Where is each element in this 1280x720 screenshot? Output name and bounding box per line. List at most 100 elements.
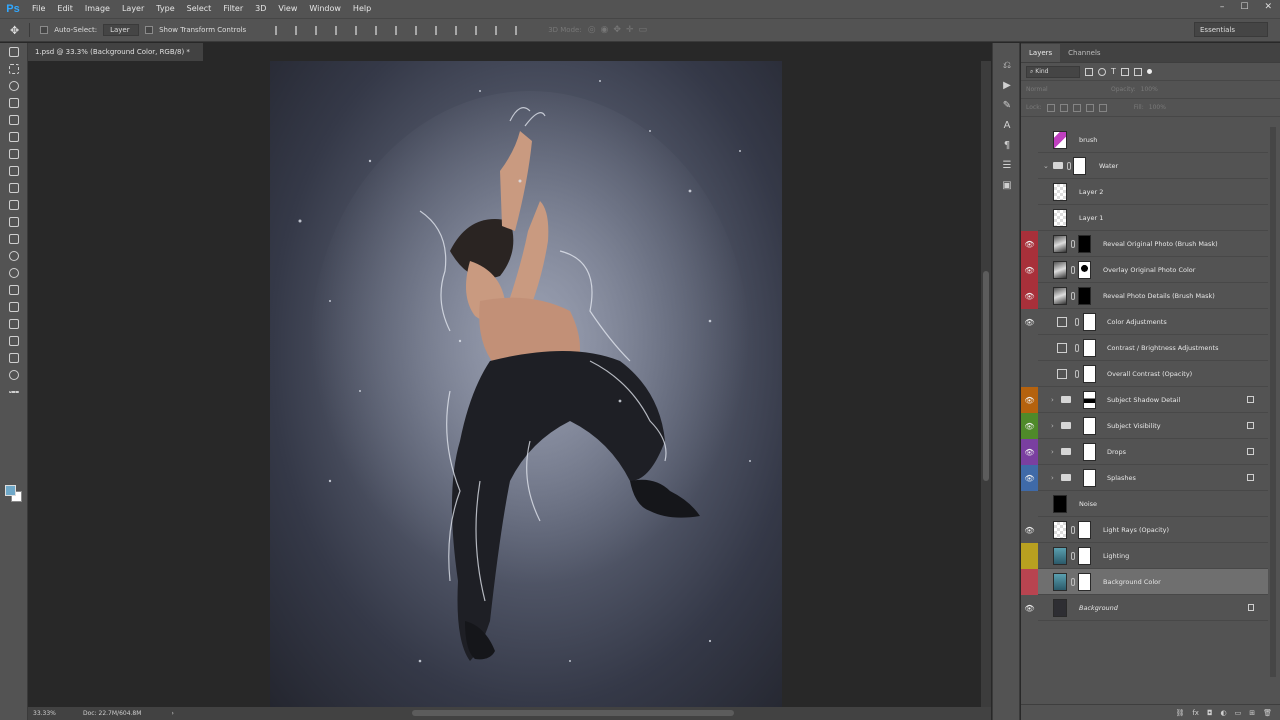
crop-tool-icon[interactable]	[0, 111, 28, 128]
tab-channels[interactable]: Channels	[1060, 44, 1108, 62]
layer-thumbnail[interactable]	[1053, 131, 1067, 149]
layer-row[interactable]: Background Color	[1021, 569, 1268, 595]
minimize-button[interactable]: –	[1220, 0, 1225, 14]
layer-row[interactable]: 👁 › Subject Shadow Detail	[1021, 387, 1268, 413]
mask-link-icon[interactable]	[1071, 240, 1075, 248]
menu-select[interactable]: Select	[181, 0, 218, 18]
close-button[interactable]: ✕	[1264, 0, 1272, 14]
layer-visibility-eye-icon[interactable]: 👁	[1021, 257, 1038, 283]
layer-thumbnail[interactable]	[1053, 209, 1067, 227]
opacity-value[interactable]: 100%	[1141, 86, 1158, 93]
expand-group-chevron-icon[interactable]: ›	[1051, 387, 1054, 413]
color-swatches[interactable]	[5, 485, 23, 503]
layer-visibility-eye-icon[interactable]: 👁	[1021, 413, 1038, 439]
zoom-level[interactable]: 33.33%	[28, 710, 83, 717]
layer-mask-thumbnail[interactable]	[1078, 573, 1091, 591]
distribute-bottom-icon[interactable]	[435, 25, 443, 35]
new-group-icon[interactable]: ▭	[1235, 709, 1242, 717]
move-tool-icon[interactable]	[0, 43, 28, 60]
expand-group-chevron-icon[interactable]: ›	[1051, 465, 1054, 491]
filter-toggle-icon[interactable]	[1146, 69, 1152, 74]
character-panel-icon[interactable]: A	[993, 115, 1021, 135]
layer-mask-thumbnail[interactable]	[1083, 469, 1096, 487]
layer-mask-thumbnail[interactable]	[1083, 391, 1096, 409]
adjustment-filter-icon[interactable]	[1098, 67, 1106, 76]
layer-row[interactable]: 👁 Color Adjustments	[1021, 309, 1268, 335]
layer-visibility-eye-icon[interactable]	[1021, 153, 1038, 179]
horizontal-scroll-thumb[interactable]	[412, 710, 734, 716]
dodge-tool-icon[interactable]	[0, 264, 28, 281]
layer-visibility-eye-icon[interactable]	[1021, 127, 1038, 153]
mask-link-icon[interactable]	[1071, 266, 1075, 274]
type-filter-icon[interactable]: T	[1111, 67, 1116, 76]
layer-visibility-eye-icon[interactable]: 👁	[1021, 231, 1038, 257]
maximize-button[interactable]: ☐	[1240, 0, 1248, 14]
layer-mask-thumbnail[interactable]	[1083, 417, 1096, 435]
artwork-canvas[interactable]	[270, 61, 782, 707]
layer-visibility-eye-icon[interactable]	[1021, 205, 1038, 231]
layer-row[interactable]: 👁 Light Rays (Opacity)	[1021, 517, 1268, 543]
layer-visibility-eye-icon[interactable]	[1021, 491, 1038, 517]
layer-row[interactable]: 👁 Reveal Original Photo (Brush Mask)	[1021, 231, 1268, 257]
distribute-hcenter-icon[interactable]	[475, 25, 483, 35]
align-hcenter-icon[interactable]	[355, 25, 363, 35]
align-right-icon[interactable]	[375, 25, 383, 35]
link-layers-icon[interactable]: ⛓	[1175, 709, 1184, 717]
mask-link-icon[interactable]	[1075, 318, 1079, 326]
layer-row[interactable]: 👁 Reveal Photo Details (Brush Mask)	[1021, 283, 1268, 309]
lock-image-icon[interactable]	[1059, 103, 1068, 112]
layer-row[interactable]: Lighting	[1021, 543, 1268, 569]
menu-filter[interactable]: Filter	[217, 0, 249, 18]
menu-help[interactable]: Help	[347, 0, 377, 18]
properties-panel-icon[interactable]: ☰	[993, 155, 1021, 175]
eraser-tool-icon[interactable]	[0, 213, 28, 230]
lasso-tool-icon[interactable]	[0, 77, 28, 94]
eyedropper-tool-icon[interactable]	[0, 128, 28, 145]
layer-thumbnail[interactable]	[1053, 495, 1067, 513]
layer-row[interactable]: Contrast / Brightness Adjustments	[1021, 335, 1268, 361]
mask-link-icon[interactable]	[1071, 292, 1075, 300]
layer-thumbnail[interactable]	[1053, 183, 1067, 201]
new-adjustment-icon[interactable]: ◐	[1221, 709, 1227, 717]
menu-edit[interactable]: Edit	[51, 0, 79, 18]
auto-select-checkbox[interactable]	[40, 26, 49, 34]
mask-link-icon[interactable]	[1075, 370, 1079, 378]
layer-row[interactable]: 👁 Overlay Original Photo Color	[1021, 257, 1268, 283]
lock-position-icon[interactable]	[1072, 103, 1081, 112]
menu-window[interactable]: Window	[303, 0, 347, 18]
menu-view[interactable]: View	[272, 0, 303, 18]
document-canvas-area[interactable]	[28, 61, 979, 707]
align-vcenter-icon[interactable]	[295, 25, 303, 35]
layer-visibility-eye-icon[interactable]: 👁	[1021, 387, 1038, 413]
layer-thumbnail[interactable]	[1053, 573, 1067, 591]
auto-align-icon[interactable]	[515, 25, 523, 35]
layer-mask-thumbnail[interactable]	[1083, 443, 1096, 461]
layer-style-icon[interactable]: fx	[1192, 709, 1199, 717]
status-menu-arrow-icon[interactable]: ›	[171, 710, 173, 717]
layer-row[interactable]: 👁 › Subject Visibility	[1021, 413, 1268, 439]
expand-group-chevron-icon[interactable]: ›	[1051, 439, 1054, 465]
align-top-icon[interactable]	[275, 25, 283, 35]
layer-visibility-eye-icon[interactable]	[1021, 569, 1038, 595]
lock-transparent-icon[interactable]	[1046, 103, 1055, 112]
layer-mask-thumbnail[interactable]	[1083, 313, 1096, 331]
magic-wand-tool-icon[interactable]	[0, 94, 28, 111]
blend-mode-dropdown[interactable]: Normal	[1026, 86, 1106, 93]
layers-scrollbar[interactable]	[1270, 127, 1276, 677]
lock-all-icon[interactable]	[1098, 103, 1107, 112]
layer-thumbnail[interactable]	[1053, 547, 1067, 565]
gradient-tool-icon[interactable]	[0, 230, 28, 247]
layer-visibility-eye-icon[interactable]	[1021, 543, 1038, 569]
layer-thumbnail[interactable]	[1053, 235, 1067, 253]
menu-layer[interactable]: Layer	[116, 0, 150, 18]
layer-visibility-eye-icon[interactable]: 👁	[1021, 439, 1038, 465]
mask-link-icon[interactable]	[1067, 162, 1071, 170]
fill-value[interactable]: 100%	[1149, 104, 1166, 111]
align-bottom-icon[interactable]	[315, 25, 323, 35]
menu-type[interactable]: Type	[150, 0, 180, 18]
layer-row[interactable]: 👁 › Splashes	[1021, 465, 1268, 491]
clone-stamp-tool-icon[interactable]	[0, 179, 28, 196]
filter-kind-dropdown[interactable]: ⌕ Kind	[1026, 65, 1080, 78]
type-tool-icon[interactable]	[0, 298, 28, 315]
expand-group-chevron-icon[interactable]: ›	[1051, 413, 1054, 439]
